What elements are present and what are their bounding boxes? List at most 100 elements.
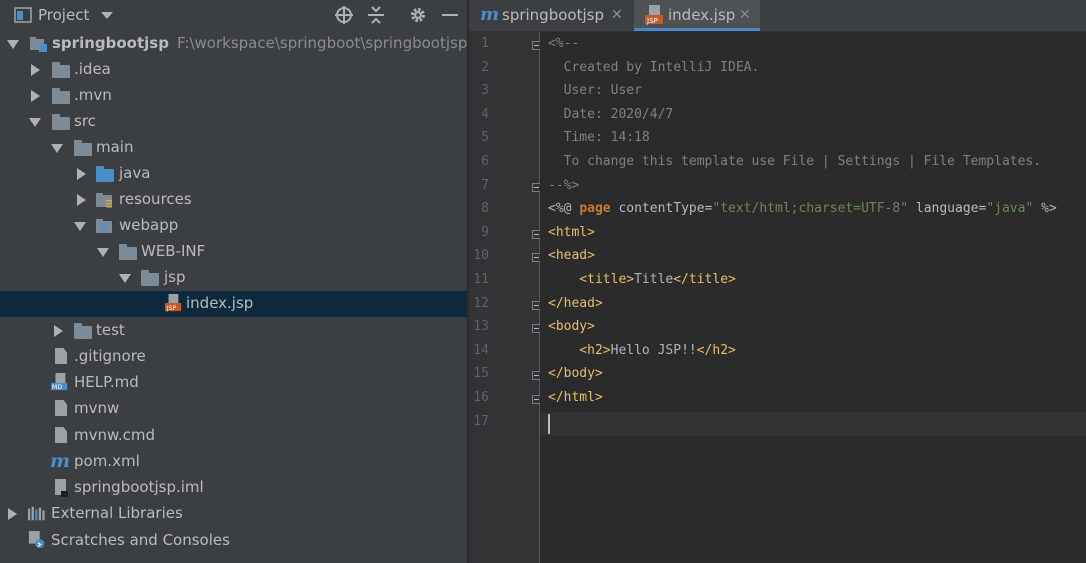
line-number: 4 [481,106,489,122]
tab-springbootjsp[interactable]: m springbootjsp ✕ [469,0,633,31]
folder-icon [119,244,137,260]
tree-item-src[interactable]: src [0,109,467,135]
code-line: To change this template use File | Setti… [548,154,1041,169]
tree-item-web-inf[interactable]: WEB-INF [0,239,467,265]
gear-icon[interactable] [409,6,427,24]
minimize-icon[interactable] [442,14,458,17]
tree-item-label: jsp [164,268,186,286]
tree-item-help-md[interactable]: MD HELP.md [0,370,467,396]
markdown-file-icon: MD [51,373,68,391]
svg-text:JSP: JSP [646,17,658,25]
jsp-file-icon: JSP [164,294,182,312]
tree-item-path: F:\workspace\springboot\springbootjsp [176,34,468,52]
chevron-down-icon[interactable] [29,118,41,127]
scratches-icon [28,531,45,549]
chevron-down-icon[interactable] [97,248,109,257]
code-editor[interactable]: <%-- Created by IntelliJ IDEA. User: Use… [540,32,1086,563]
current-line-highlight [540,411,1086,436]
module-icon [30,37,47,52]
tree-item-springbootjsp-iml[interactable]: springbootjsp.iml [0,475,467,501]
chevron-right-icon[interactable] [77,194,86,206]
tree-item-label: .idea [74,60,111,78]
tree-item-idea[interactable]: .idea [0,57,467,83]
tree-item-scratches[interactable]: Scratches and Consoles [0,528,467,554]
tree-item-label: test [96,321,125,339]
code-token: User: User [548,83,642,99]
chevron-right-icon[interactable] [31,90,40,102]
chevron-right-icon[interactable] [54,325,63,337]
folder-icon [52,62,70,78]
maven-icon: m [50,450,71,472]
project-panel-title[interactable]: Project [38,6,89,24]
code-line: <%-- [548,36,579,51]
chevron-down-icon[interactable] [51,144,63,153]
close-icon[interactable]: ✕ [739,7,751,23]
tree-item-label: pom.xml [74,452,140,470]
locate-file-icon[interactable] [334,5,354,25]
tree-item-pom-xml[interactable]: m pom.xml [0,449,467,475]
tree-item-label: .gitignore [74,347,146,365]
tree-item-mvn[interactable]: .mvn [0,83,467,109]
tree-item-external-libraries[interactable]: External Libraries [0,501,467,527]
tree-item-jsp[interactable]: jsp [0,265,467,291]
code-token: <body> [548,319,595,335]
line-number: 1 [481,36,489,51]
code-token: Date: 2020/4/7 [548,106,674,122]
tree-item-main[interactable]: main [0,135,467,161]
tree-item-label: webapp [119,216,179,234]
tree-item-test[interactable]: test [0,318,467,344]
file-icon [55,348,67,364]
code-token: Created by IntelliJ IDEA. [548,59,760,75]
line-number: 5 [481,130,489,146]
line-number: 11 [473,272,489,287]
chevron-right-icon[interactable] [31,64,40,76]
code-token: <%-- [548,36,580,51]
code-token: --%> [548,177,580,193]
code-line: <h2>Hello JSP!!</h2> [548,343,736,358]
code-token: %> [1033,201,1057,217]
editor-tab-bar: m springbootjsp ✕ JSP index.jsp ✕ [469,0,1086,32]
tab-index-jsp[interactable]: JSP index.jsp ✕ [634,0,760,31]
line-number: 10 [473,248,489,264]
project-panel-header: Project [0,0,467,31]
code-line: <body> [548,319,595,334]
code-line: Created by IntelliJ IDEA. [548,59,760,75]
folder-icon [52,114,70,130]
tree-item-gitignore[interactable]: .gitignore [0,344,467,370]
close-icon[interactable]: ✕ [611,7,623,23]
code-line: User: User [548,83,642,98]
chevron-down-icon[interactable] [7,40,19,49]
maven-icon: m [480,4,500,25]
collapse-all-icon[interactable] [367,5,385,25]
chevron-right-icon[interactable] [8,508,17,520]
folder-icon [74,323,92,339]
line-number: 14 [473,342,489,358]
chevron-down-icon[interactable] [119,274,131,283]
text-caret [548,413,550,434]
code-line: </body> [548,366,603,381]
chevron-down-icon[interactable] [101,12,113,20]
project-view-icon [14,7,32,23]
file-icon [55,400,67,416]
code-line: Date: 2020/4/7 [548,106,674,122]
code-token: Time: 14:18 [548,130,650,146]
code-line: </html> [548,390,603,405]
tree-item-mvnw[interactable]: mvnw [0,396,467,422]
tree-item-mvnw-cmd[interactable]: mvnw.cmd [0,423,467,449]
chevron-down-icon[interactable] [74,222,86,231]
jsp-file-icon: JSP [645,5,663,25]
tree-item-index-jsp[interactable]: JSP index.jsp [0,291,467,317]
line-number: 13 [473,319,489,335]
tree-item-java[interactable]: java [0,161,467,187]
folder-icon [52,88,70,104]
tree-item-label: .mvn [74,86,112,104]
tree-item-label: java [119,164,151,182]
tree-item-springbootjsp[interactable]: springbootjsp F:\workspace\springboot\spr… [0,31,467,57]
code-token: "text/html;charset=UTF-8" [712,201,909,217]
tree-item-label: springbootjsp.iml [74,478,204,496]
source-folder-icon [96,166,114,182]
tree-item-label: HELP.md [74,373,139,391]
tree-item-resources[interactable]: resources [0,187,467,213]
chevron-right-icon[interactable] [77,168,86,180]
tree-item-webapp[interactable]: webapp [0,213,467,239]
